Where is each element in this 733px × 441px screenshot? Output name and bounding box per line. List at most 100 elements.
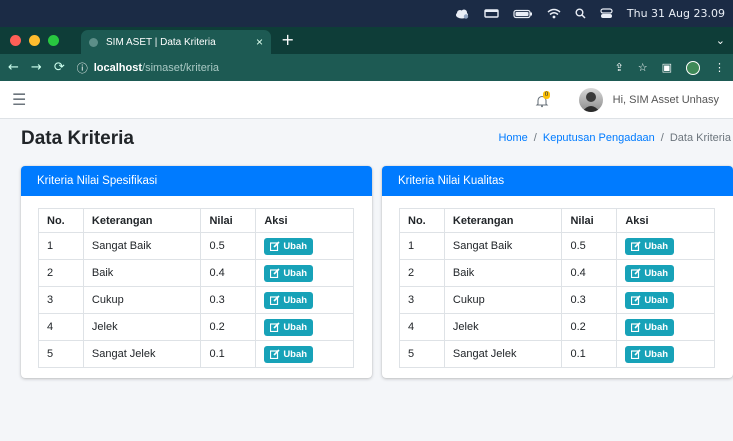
cell-nilai: 0.2 xyxy=(561,313,618,341)
tab-close-icon[interactable]: × xyxy=(256,35,263,49)
browser-tab[interactable]: SIM ASET | Data Kriteria × xyxy=(81,30,271,54)
address-bar[interactable]: ⓘ localhost/simaset/kriteria xyxy=(77,60,603,76)
edit-button[interactable]: Ubah xyxy=(264,264,314,282)
card-kualitas: Kriteria Nilai Kualitas No. Keterangan N… xyxy=(382,166,733,378)
breadcrumb-separator: / xyxy=(660,132,664,144)
hamburger-icon[interactable]: ☰ xyxy=(12,90,26,109)
column-header-keterangan: Keterangan xyxy=(443,208,563,233)
cell-nilai: 0.3 xyxy=(200,286,257,314)
breadcrumb-separator: / xyxy=(533,132,537,144)
reload-icon[interactable]: ⟳ xyxy=(54,60,65,75)
bell-icon[interactable]: 0 xyxy=(535,90,553,109)
star-icon[interactable]: ☆ xyxy=(638,61,648,74)
cell-keterangan: Sangat Jelek xyxy=(82,340,202,368)
cell-nilai: 0.4 xyxy=(561,259,618,287)
wifi-icon[interactable] xyxy=(547,8,561,19)
back-icon[interactable]: ← xyxy=(8,60,19,75)
extension-icon[interactable] xyxy=(686,60,700,75)
cell-nilai: 0.4 xyxy=(200,259,257,287)
app-navbar: ☰ 0 Hi, SIM Asset Unhasy xyxy=(0,81,733,119)
edit-icon xyxy=(631,241,641,251)
column-header-nilai: Nilai xyxy=(200,208,257,233)
battery-icon[interactable] xyxy=(513,9,533,19)
cell-keterangan: Jelek xyxy=(443,313,563,341)
edit-icon xyxy=(270,268,280,278)
favicon-icon xyxy=(89,37,98,47)
edit-button[interactable]: Ubah xyxy=(264,237,314,255)
cloud-icon[interactable] xyxy=(454,8,470,19)
edit-button-label: Ubah xyxy=(644,348,669,360)
edit-button[interactable]: Ubah xyxy=(625,345,675,363)
edit-icon xyxy=(270,349,280,359)
table-row: 5 Sangat Jelek 0.1 Ubah xyxy=(399,340,715,368)
edit-button-label: Ubah xyxy=(644,267,669,279)
browser-toolbar: ← → ⟳ ⓘ localhost/simaset/kriteria ⇪ ☆ ▣… xyxy=(0,54,733,81)
os-menubar: Thu 31 Aug 23.09 xyxy=(0,0,733,27)
edit-button-label: Ubah xyxy=(283,240,308,252)
clock[interactable]: Thu 31 Aug 23.09 xyxy=(627,7,725,20)
search-icon[interactable] xyxy=(575,8,586,19)
table-row: 2 Baik 0.4 Ubah xyxy=(38,259,354,287)
edit-button[interactable]: Ubah xyxy=(625,264,675,282)
avatar[interactable] xyxy=(578,87,603,112)
chevron-down-icon[interactable]: ⌄ xyxy=(716,27,733,54)
cell-keterangan: Baik xyxy=(443,259,563,287)
cell-keterangan: Cukup xyxy=(443,286,563,314)
breadcrumb-current: Data Kriteria xyxy=(669,132,731,144)
card-header: Kriteria Nilai Kualitas xyxy=(382,166,733,196)
table-header-row: No. Keterangan Nilai Aksi xyxy=(399,208,715,233)
breadcrumb: Home / Keputusan Pengadaan / Data Kriter… xyxy=(498,132,731,144)
info-icon[interactable]: ⓘ xyxy=(77,60,88,76)
breadcrumb-keputusan-pengadaan[interactable]: Keputusan Pengadaan xyxy=(543,132,655,144)
control-center-icon[interactable] xyxy=(600,8,613,19)
edit-button[interactable]: Ubah xyxy=(625,237,675,255)
share-icon[interactable]: ⇪ xyxy=(615,61,624,74)
card-header: Kriteria Nilai Spesifikasi xyxy=(21,166,372,196)
edit-icon xyxy=(631,322,641,332)
forward-icon[interactable]: → xyxy=(31,60,42,75)
edit-button-label: Ubah xyxy=(283,267,308,279)
new-tab-button[interactable]: + xyxy=(281,27,294,54)
column-header-no: No. xyxy=(38,208,84,233)
edit-icon xyxy=(631,268,641,278)
sidebar-icon[interactable]: ▣ xyxy=(662,61,672,74)
edit-button-label: Ubah xyxy=(283,321,308,333)
menu-icon[interactable]: ⋮ xyxy=(714,61,725,74)
cell-no: 4 xyxy=(38,313,84,341)
edit-button[interactable]: Ubah xyxy=(264,345,314,363)
edit-button[interactable]: Ubah xyxy=(264,318,314,336)
cell-keterangan: Jelek xyxy=(82,313,202,341)
breadcrumb-home[interactable]: Home xyxy=(498,132,527,144)
column-header-keterangan: Keterangan xyxy=(82,208,202,233)
edit-button[interactable]: Ubah xyxy=(264,291,314,309)
edit-button-label: Ubah xyxy=(644,294,669,306)
cell-nilai: 0.5 xyxy=(200,232,257,260)
maximize-window-button[interactable] xyxy=(48,35,59,46)
edit-button[interactable]: Ubah xyxy=(625,318,675,336)
cell-no: 2 xyxy=(38,259,84,287)
browser-tabstrip: SIM ASET | Data Kriteria × + ⌄ xyxy=(0,27,733,54)
edit-button[interactable]: Ubah xyxy=(625,291,675,309)
edit-icon xyxy=(270,241,280,251)
cell-keterangan: Cukup xyxy=(82,286,202,314)
cell-keterangan: Sangat Baik xyxy=(443,232,563,260)
user-greeting[interactable]: Hi, SIM Asset Unhasy xyxy=(613,94,719,106)
cell-no: 1 xyxy=(399,232,445,260)
cell-nilai: 0.3 xyxy=(561,286,618,314)
close-window-button[interactable] xyxy=(10,35,21,46)
cell-nilai: 0.1 xyxy=(200,340,257,368)
url-path: /simaset/kriteria xyxy=(142,61,220,74)
table-row: 2 Baik 0.4 Ubah xyxy=(399,259,715,287)
cell-no: 3 xyxy=(399,286,445,314)
cell-keterangan: Baik xyxy=(82,259,202,287)
cell-keterangan: Sangat Jelek xyxy=(443,340,563,368)
window-icon[interactable] xyxy=(484,8,499,19)
table-row: 4 Jelek 0.2 Ubah xyxy=(38,313,354,341)
column-header-aksi: Aksi xyxy=(255,208,354,233)
table-row: 3 Cukup 0.3 Ubah xyxy=(399,286,715,314)
cell-no: 5 xyxy=(399,340,445,368)
table-row: 3 Cukup 0.3 Ubah xyxy=(38,286,354,314)
column-header-aksi: Aksi xyxy=(616,208,715,233)
cell-keterangan: Sangat Baik xyxy=(82,232,202,260)
minimize-window-button[interactable] xyxy=(29,35,40,46)
